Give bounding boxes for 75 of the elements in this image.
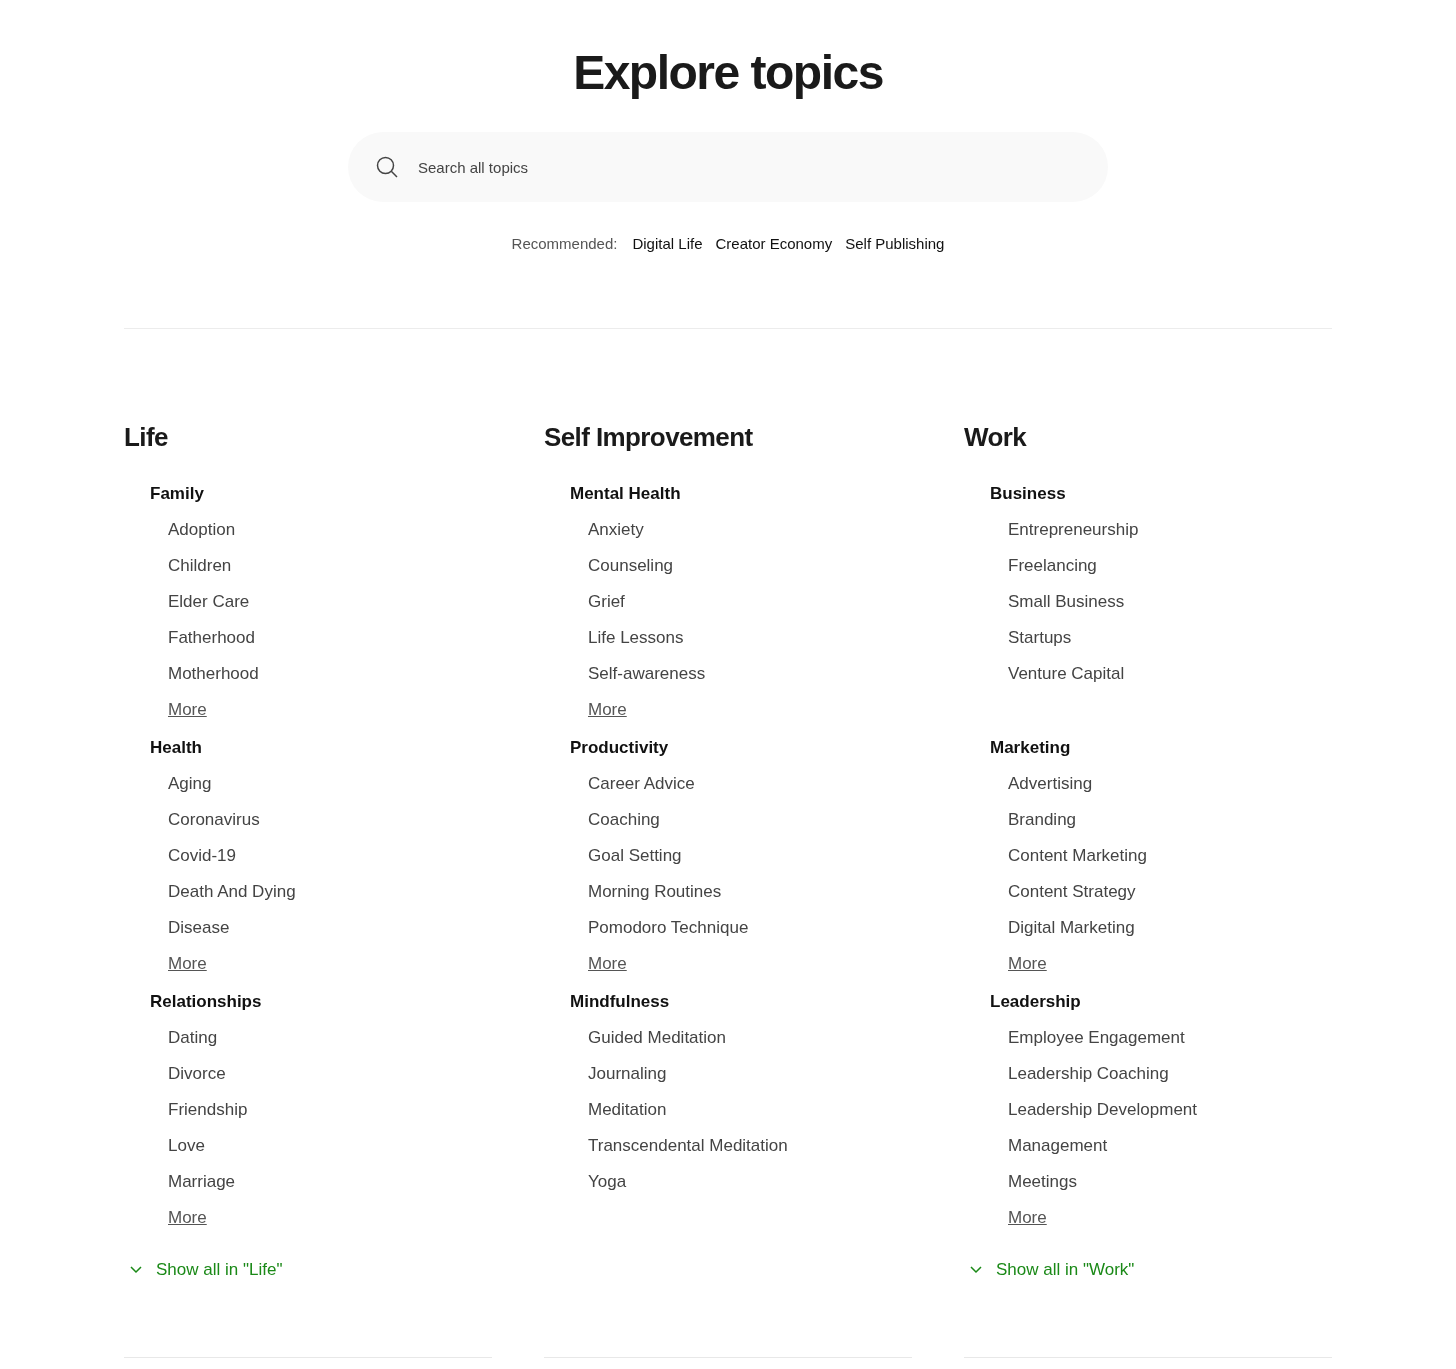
topic-link[interactable]: Covid-19 <box>168 845 237 867</box>
category-title: Life <box>124 421 169 454</box>
recommended-topic-link[interactable]: Digital Life <box>632 234 703 254</box>
more-link[interactable]: More <box>168 699 207 721</box>
recommended-topic-link[interactable]: Self Publishing <box>845 234 945 254</box>
topic-link[interactable]: Startups <box>1008 627 1072 649</box>
topic-heading-link[interactable]: Business <box>990 483 1066 505</box>
topic-link[interactable]: Self-awareness <box>588 663 706 685</box>
search-icon <box>376 156 398 178</box>
topic-link[interactable]: Content Marketing <box>1008 845 1147 867</box>
topic-link[interactable]: Journaling <box>588 1063 667 1085</box>
more-link[interactable]: More <box>588 699 627 721</box>
show-all-button[interactable]: Show all in "Work" <box>970 1260 1135 1280</box>
topic-link[interactable]: Children <box>168 555 232 577</box>
topic-link[interactable]: Counseling <box>588 555 674 577</box>
topic-link[interactable]: Friendship <box>168 1099 248 1121</box>
topic-link[interactable]: Anxiety <box>588 519 644 541</box>
topic-link[interactable]: Yoga <box>588 1171 627 1193</box>
topic-heading-link[interactable]: Health <box>150 737 202 759</box>
topic-link[interactable]: Advertising <box>1008 773 1093 795</box>
topic-link[interactable]: Management <box>1008 1135 1108 1157</box>
topic-link[interactable]: Morning Routines <box>588 881 722 903</box>
topic-link[interactable]: Venture Capital <box>1008 663 1125 685</box>
topic-link[interactable]: Dating <box>168 1027 218 1049</box>
topic-link[interactable]: Meetings <box>1008 1171 1077 1193</box>
topic-link[interactable]: Career Advice <box>588 773 695 795</box>
topic-link[interactable]: Meditation <box>588 1099 667 1121</box>
topic-link[interactable]: Digital Marketing <box>1008 917 1135 939</box>
topic-link[interactable]: Branding <box>1008 809 1077 831</box>
recommended-label: Recommended: <box>511 234 618 254</box>
topic-link[interactable]: Freelancing <box>1008 555 1097 577</box>
topic-heading-link[interactable]: Family <box>150 483 204 505</box>
topic-heading-link[interactable]: Marketing <box>990 737 1071 759</box>
topic-link[interactable]: Elder Care <box>168 591 250 613</box>
more-link[interactable]: More <box>168 1207 207 1229</box>
topic-link[interactable]: Pomodoro Technique <box>588 917 749 939</box>
show-all-button[interactable]: Show all in "Life" <box>130 1260 283 1280</box>
search-field[interactable]: Search all topics <box>348 132 1108 202</box>
topic-heading-link[interactable]: Mental Health <box>570 483 681 505</box>
topic-link[interactable]: Grief <box>588 591 625 613</box>
topic-link[interactable]: Death And Dying <box>168 881 296 903</box>
topic-link[interactable]: Goal Setting <box>588 845 682 867</box>
topic-link[interactable]: Fatherhood <box>168 627 255 649</box>
recommended-topic-link[interactable]: Creator Economy <box>715 234 833 254</box>
more-link[interactable]: More <box>588 953 627 975</box>
chevron-down-icon <box>970 1266 982 1274</box>
topic-link[interactable]: Leadership Development <box>1008 1099 1197 1121</box>
topic-link[interactable]: Aging <box>168 773 212 795</box>
topic-heading-link[interactable]: Leadership <box>990 991 1081 1013</box>
topic-link[interactable]: Motherhood <box>168 663 259 685</box>
topic-heading-link[interactable]: Mindfulness <box>570 991 670 1013</box>
more-link[interactable]: More <box>1008 953 1047 975</box>
topic-link[interactable]: Divorce <box>168 1063 226 1085</box>
topic-link[interactable]: Employee Engagement <box>1008 1027 1185 1049</box>
topic-link[interactable]: Disease <box>168 917 230 939</box>
page-title: Explore topics <box>573 45 883 101</box>
topic-link[interactable]: Entrepreneurship <box>1008 519 1139 541</box>
topic-link[interactable]: Guided Meditation <box>588 1027 726 1049</box>
topic-heading-link[interactable]: Productivity <box>570 737 669 759</box>
topic-link[interactable]: Love <box>168 1135 205 1157</box>
topic-link[interactable]: Adoption <box>168 519 236 541</box>
chevron-down-icon <box>130 1266 142 1274</box>
topic-link[interactable]: Coaching <box>588 809 660 831</box>
topic-link[interactable]: Marriage <box>168 1171 236 1193</box>
more-link[interactable]: More <box>1008 1207 1047 1229</box>
category-title: Work <box>964 421 1028 454</box>
topic-link[interactable]: Transcendental Meditation <box>588 1135 788 1157</box>
topic-link[interactable]: Life Lessons <box>588 627 684 649</box>
topic-link[interactable]: Coronavirus <box>168 809 260 831</box>
more-link[interactable]: More <box>168 953 207 975</box>
topic-heading-link[interactable]: Relationships <box>150 991 262 1013</box>
topic-link[interactable]: Content Strategy <box>1008 881 1136 903</box>
category-title: Self Improvement <box>544 421 754 454</box>
topic-link[interactable]: Leadership Coaching <box>1008 1063 1169 1085</box>
topic-link[interactable]: Small Business <box>1008 591 1125 613</box>
